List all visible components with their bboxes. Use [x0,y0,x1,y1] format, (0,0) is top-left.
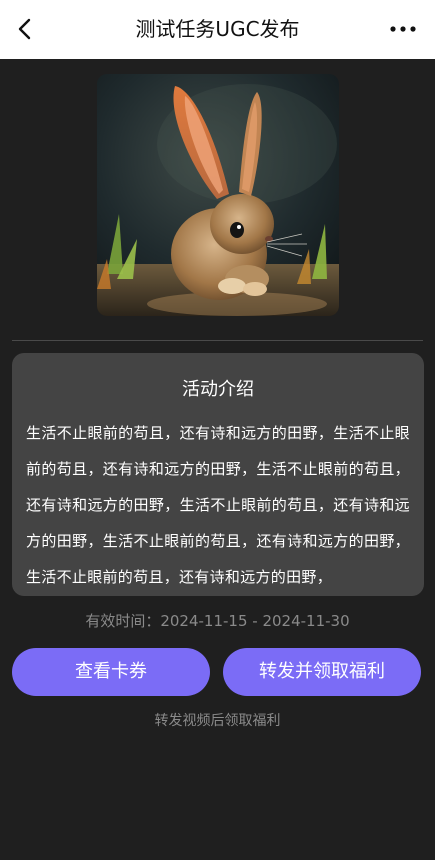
page-title: 测试任务UGC发布 [135,17,300,41]
more-dots-icon[interactable] [389,21,417,37]
activity-intro-card: 活动介绍 生活不止眼前的苟且，还有诗和远方的田野，生活不止眼前的苟且，还有诗和远… [12,353,424,596]
rabbit-photo [97,74,339,316]
top-nav-bar: 测试任务UGC发布 [0,0,435,59]
share-hint-text: 转发视频后领取福利 [154,713,281,729]
view-coupon-button[interactable]: 查看卡券 [12,648,210,696]
activity-intro-body: 生活不止眼前的苟且，还有诗和远方的田野，生活不止眼前的苟且，还有诗和远方的田野，… [26,424,410,586]
share-claim-button[interactable]: 转发并领取福利 [223,648,421,696]
validity-period-text: 有效时间：2024-11-15 - 2024-11-30 [85,612,350,630]
section-divider [12,340,423,341]
activity-intro-title: 活动介绍 [182,379,254,400]
